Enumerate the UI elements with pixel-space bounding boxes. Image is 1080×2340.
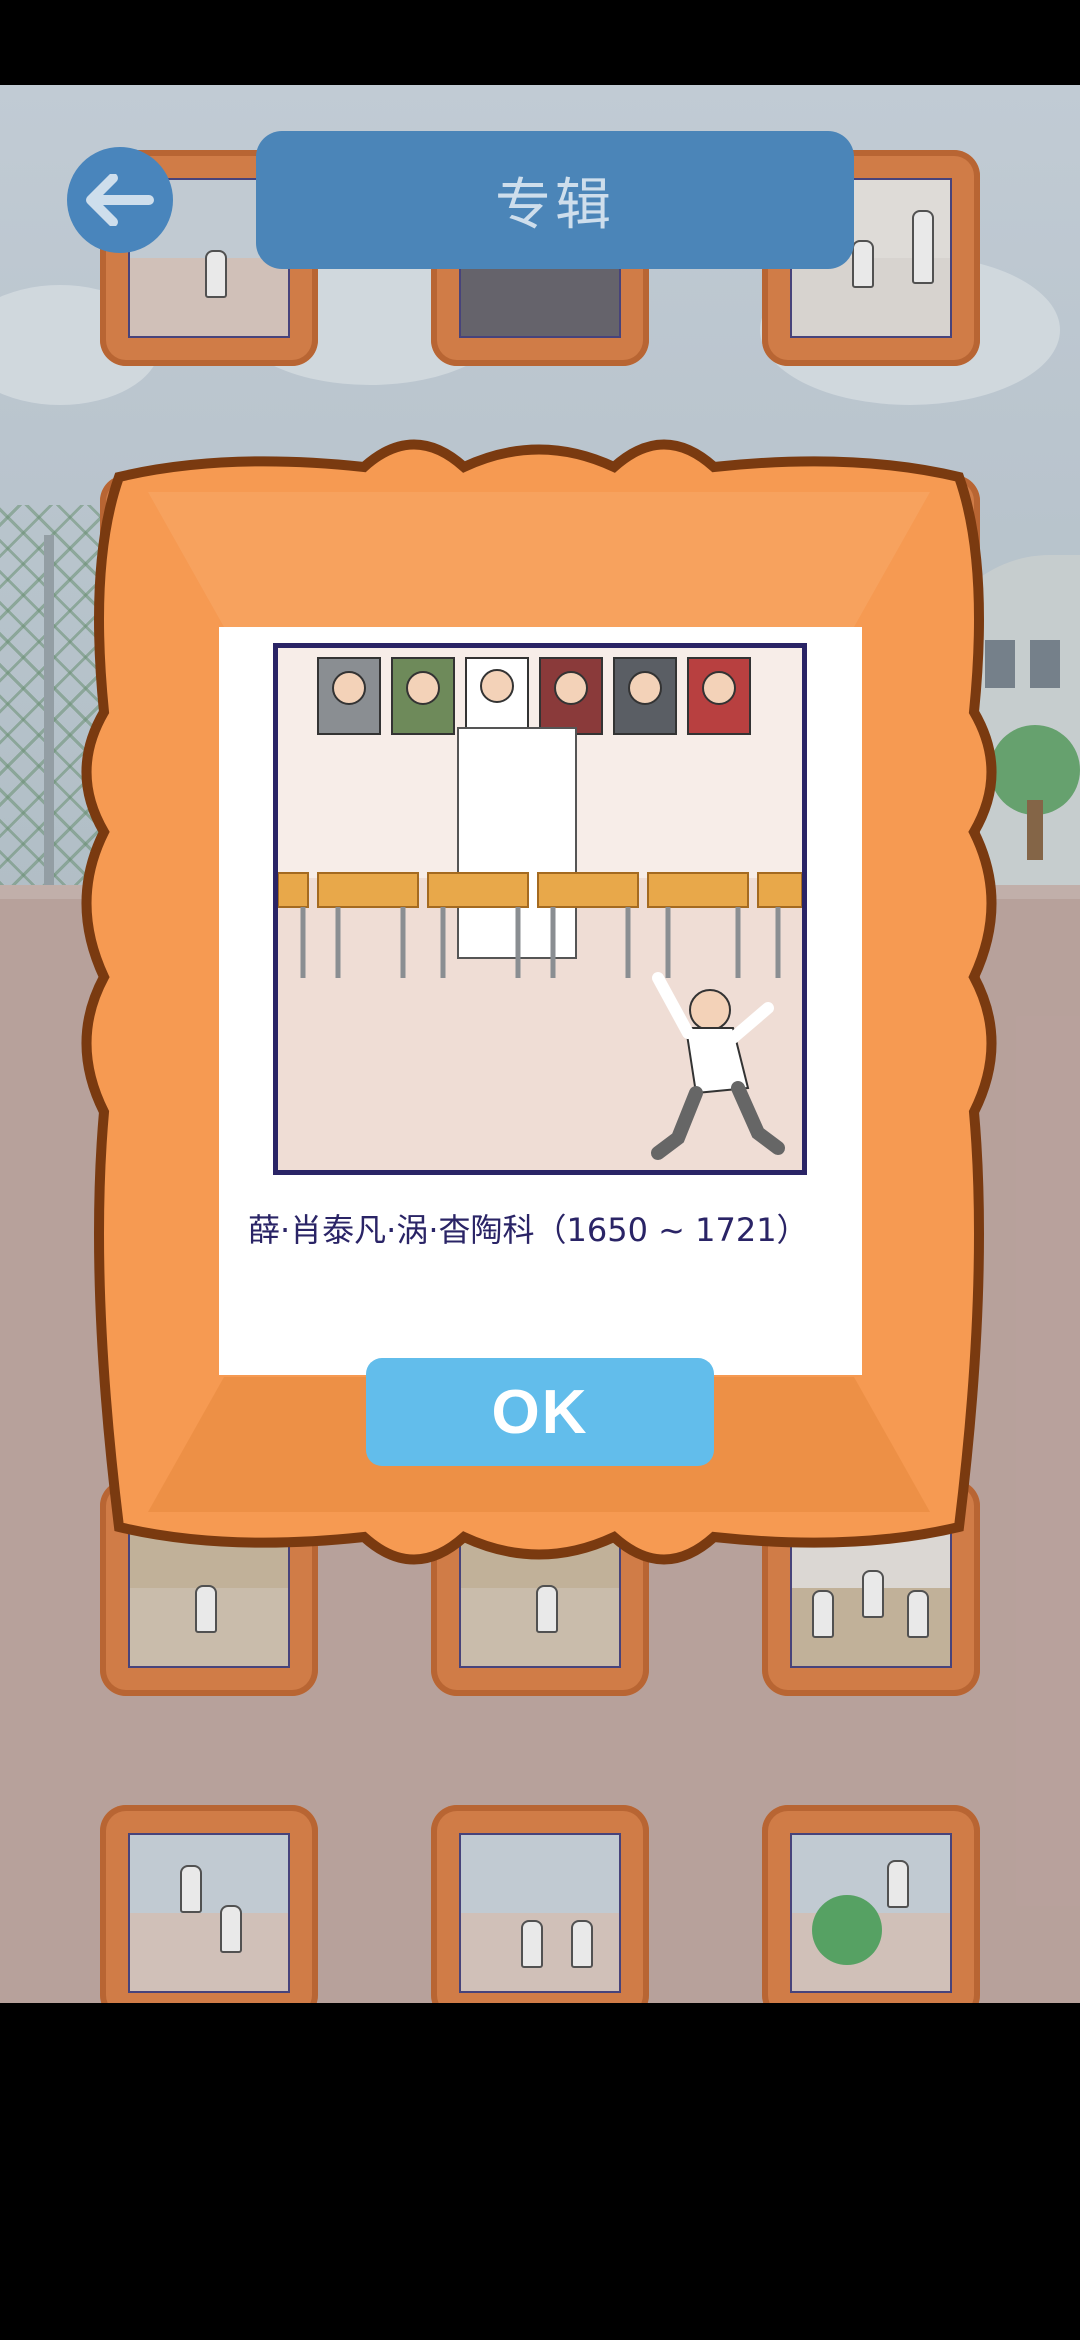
classroom-scene [278,648,802,1170]
illustration-caption: 薛·肖泰凡·涡·杳陶科（1650 ~ 1721） [248,1211,809,1249]
status-bar [0,0,1080,85]
navigation-bar-area [0,2003,1080,2340]
album-illustration [273,643,807,1175]
ok-button-label: OK [491,1377,589,1447]
ok-button[interactable]: OK [366,1358,714,1466]
